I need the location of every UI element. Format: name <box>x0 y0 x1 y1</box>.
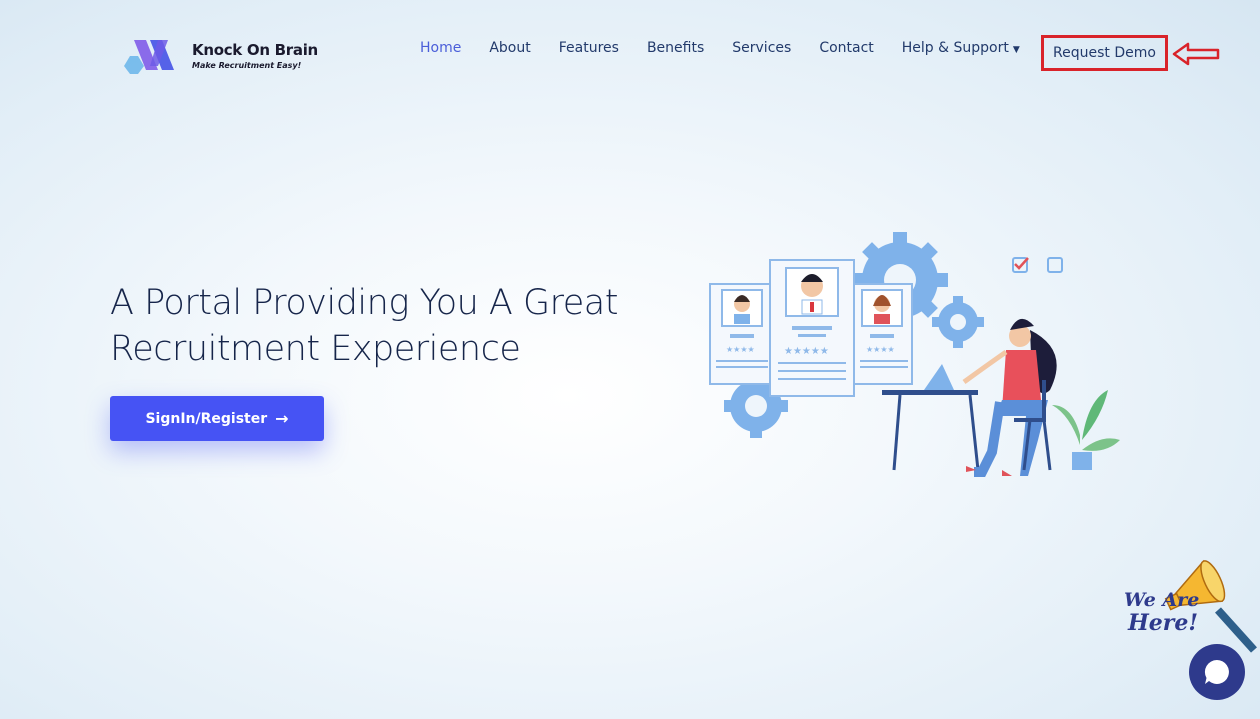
we-are-text: We Are <box>1124 589 1199 611</box>
signin-register-button[interactable]: SignIn/Register → <box>110 396 324 441</box>
svg-text:★★★★: ★★★★ <box>866 345 895 354</box>
megaphone-icon[interactable]: We Are Here! <box>1118 550 1258 660</box>
chat-button[interactable] <box>1189 644 1245 700</box>
caret-down-icon: ▼ <box>1012 45 1020 55</box>
nav-benefits[interactable]: Benefits <box>647 40 704 56</box>
nav-features[interactable]: Features <box>559 40 619 56</box>
hero-title: A Portal Providing You A Great Recruitme… <box>110 280 670 372</box>
laptop-icon <box>924 364 954 390</box>
nav-help-support[interactable]: Help & Support ▼ <box>902 40 1020 56</box>
checkbox-empty-icon <box>1047 257 1063 273</box>
profile-card-left: ★★★★ <box>709 283 775 385</box>
nav-home[interactable]: Home <box>420 40 461 56</box>
hero-title-line2: Recruitment Experience <box>110 329 521 369</box>
desk <box>882 390 980 471</box>
hero-title-line1: A Portal Providing You A Great <box>110 283 618 323</box>
chat-bubble-icon <box>1204 659 1229 684</box>
logo-mark-icon <box>124 40 174 74</box>
profile-card-center: ★★★★★ <box>769 259 855 397</box>
annotation-arrow-icon <box>1172 42 1220 66</box>
arrow-right-icon: → <box>275 409 289 428</box>
nav-help-support-label: Help & Support <box>901 40 1009 56</box>
brand-name: Knock On Brain <box>192 40 318 59</box>
svg-text:★★★★: ★★★★ <box>726 345 755 354</box>
svg-text:★★★★★: ★★★★★ <box>784 346 829 357</box>
nav-about[interactable]: About <box>489 40 530 56</box>
nav-contact[interactable]: Contact <box>819 40 873 56</box>
nav-services[interactable]: Services <box>732 40 791 56</box>
signin-register-label: SignIn/Register <box>145 410 268 427</box>
plant <box>1052 390 1120 470</box>
logo[interactable]: Knock On Brain Make Recruitment Easy! <box>122 36 318 74</box>
recruitment-illustration: ★★★★ ★★★★★ ★★★★ <box>709 232 1120 477</box>
request-demo-link[interactable]: Request Demo <box>1041 35 1168 71</box>
gear-small-icon <box>932 296 984 348</box>
brand-tagline: Make Recruitment Easy! <box>192 60 302 70</box>
main-nav: Home About Features Benefits Services Co… <box>420 40 1048 56</box>
profile-card-right: ★★★★ <box>853 283 913 385</box>
here-text: Here! <box>1127 610 1198 636</box>
